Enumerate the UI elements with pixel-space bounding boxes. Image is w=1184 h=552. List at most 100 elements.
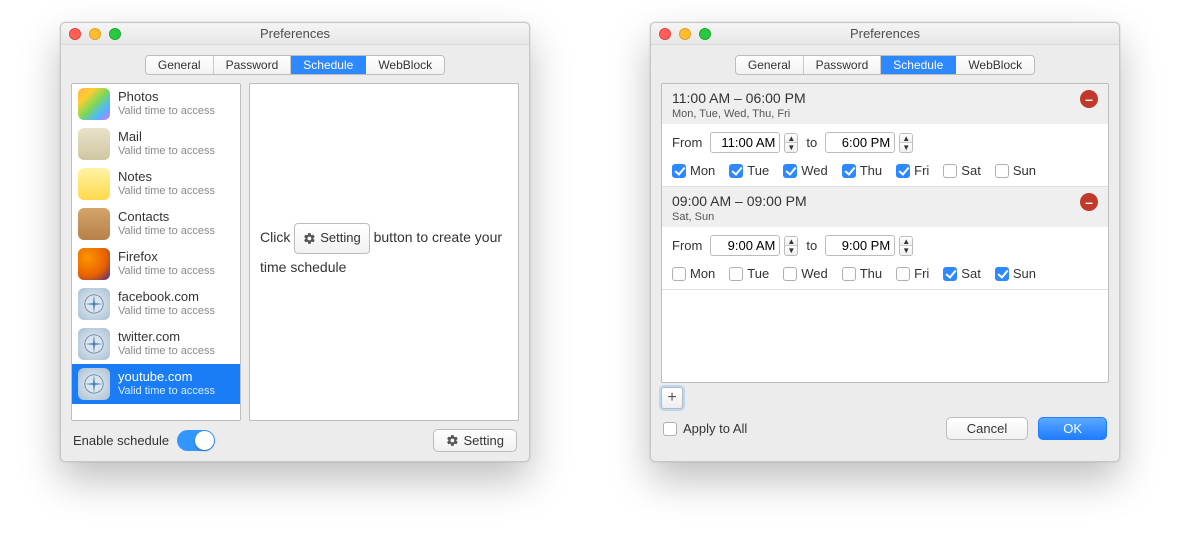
checkbox-icon[interactable] [672,267,686,281]
stepper-arrows[interactable]: ▲▼ [784,236,798,256]
inline-setting-button[interactable]: Setting [294,223,369,254]
safari-icon [78,368,110,400]
app-item[interactable]: NotesValid time to access [72,164,240,204]
day-label: Fri [914,266,929,281]
day-label: Sun [1013,163,1036,178]
cancel-button[interactable]: Cancel [946,417,1028,440]
checkbox-icon[interactable] [672,164,686,178]
day-option-sun[interactable]: Sun [995,163,1036,178]
checkbox-icon[interactable] [943,164,957,178]
app-item[interactable]: facebook.comValid time to access [72,284,240,324]
setting-button[interactable]: Setting [433,429,517,452]
schedule-summary-time: 09:00 AM – 09:00 PM [672,193,807,209]
stepper-arrows[interactable]: ▲▼ [784,133,798,153]
day-option-sat[interactable]: Sat [943,266,981,281]
app-name: Notes [118,170,215,185]
day-option-fri[interactable]: Fri [896,163,929,178]
mail-icon [78,128,110,160]
app-list[interactable]: PhotosValid time to accessMailValid time… [71,83,241,421]
to-time-input[interactable] [825,235,895,256]
stepper-arrows[interactable]: ▲▼ [899,236,913,256]
day-option-wed[interactable]: Wed [783,266,828,281]
minimize-icon[interactable] [89,28,101,40]
checkbox-icon[interactable] [729,164,743,178]
titlebar: Preferences [651,23,1119,45]
app-subtitle: Valid time to access [118,305,215,318]
to-time-input[interactable] [825,132,895,153]
notes-icon [78,168,110,200]
app-item[interactable]: MailValid time to access [72,124,240,164]
app-item[interactable]: twitter.comValid time to access [72,324,240,364]
day-option-thu[interactable]: Thu [842,163,882,178]
close-icon[interactable] [69,28,81,40]
checkbox-icon[interactable] [783,164,797,178]
day-option-mon[interactable]: Mon [672,163,715,178]
app-item[interactable]: FirefoxValid time to access [72,244,240,284]
day-option-fri[interactable]: Fri [896,266,929,281]
day-option-thu[interactable]: Thu [842,266,882,281]
day-option-wed[interactable]: Wed [783,163,828,178]
tab-general[interactable]: General [736,56,804,74]
app-item[interactable]: ContactsValid time to access [72,204,240,244]
checkbox-icon[interactable] [943,267,957,281]
day-label: Sat [961,266,981,281]
schedule-summary-days: Sat, Sun [672,211,807,223]
app-name: Photos [118,90,215,105]
window-title: Preferences [659,26,1111,41]
from-time-input[interactable] [710,235,780,256]
tabs: GeneralPasswordScheduleWebBlock [61,45,529,83]
window-title: Preferences [69,26,521,41]
app-subtitle: Valid time to access [118,225,215,238]
minimize-icon[interactable] [679,28,691,40]
day-option-mon[interactable]: Mon [672,266,715,281]
day-option-sat[interactable]: Sat [943,163,981,178]
enable-schedule-toggle[interactable] [177,430,215,451]
zoom-icon[interactable] [109,28,121,40]
checkbox-icon[interactable] [896,267,910,281]
checkbox-icon[interactable] [995,164,1009,178]
detail-pane: Click Setting button to create your time… [249,83,519,421]
app-item[interactable]: PhotosValid time to access [72,84,240,124]
tab-schedule[interactable]: Schedule [881,56,956,74]
app-item[interactable]: youtube.comValid time to access [72,364,240,404]
day-option-sun[interactable]: Sun [995,266,1036,281]
checkbox-icon[interactable] [783,267,797,281]
tab-schedule[interactable]: Schedule [291,56,366,74]
checkbox-icon[interactable] [842,164,856,178]
remove-schedule-button[interactable]: – [1080,193,1098,211]
checkbox-icon[interactable] [729,267,743,281]
tab-general[interactable]: General [146,56,214,74]
day-label: Tue [747,163,769,178]
enable-schedule-label: Enable schedule [73,433,169,448]
from-label: From [672,238,702,253]
checkbox-icon[interactable] [896,164,910,178]
apply-all-label: Apply to All [683,421,747,436]
preferences-window-right: Preferences GeneralPasswordScheduleWebBl… [650,22,1120,462]
day-label: Tue [747,266,769,281]
safari-icon [78,328,110,360]
checkbox-icon[interactable] [842,267,856,281]
tab-webblock[interactable]: WebBlock [956,56,1034,74]
tab-password[interactable]: Password [214,56,292,74]
app-subtitle: Valid time to access [118,185,215,198]
schedule-block: 09:00 AM – 09:00 PMSat, Sun–From▲▼to▲▼Mo… [662,187,1108,290]
tab-webblock[interactable]: WebBlock [366,56,444,74]
safari-icon [78,288,110,320]
remove-schedule-button[interactable]: – [1080,90,1098,108]
apply-all-checkbox[interactable] [663,422,677,436]
gear-icon [303,232,316,245]
from-time-input[interactable] [710,132,780,153]
close-icon[interactable] [659,28,671,40]
zoom-icon[interactable] [699,28,711,40]
day-option-tue[interactable]: Tue [729,266,769,281]
checkbox-icon[interactable] [995,267,1009,281]
app-subtitle: Valid time to access [118,385,215,398]
ok-button[interactable]: OK [1038,417,1107,440]
tab-password[interactable]: Password [804,56,882,74]
app-name: facebook.com [118,290,215,305]
stepper-arrows[interactable]: ▲▼ [899,133,913,153]
schedule-block: 11:00 AM – 06:00 PMMon, Tue, Wed, Thu, F… [662,84,1108,187]
day-option-tue[interactable]: Tue [729,163,769,178]
add-schedule-button[interactable]: + [661,387,683,409]
app-subtitle: Valid time to access [118,265,215,278]
